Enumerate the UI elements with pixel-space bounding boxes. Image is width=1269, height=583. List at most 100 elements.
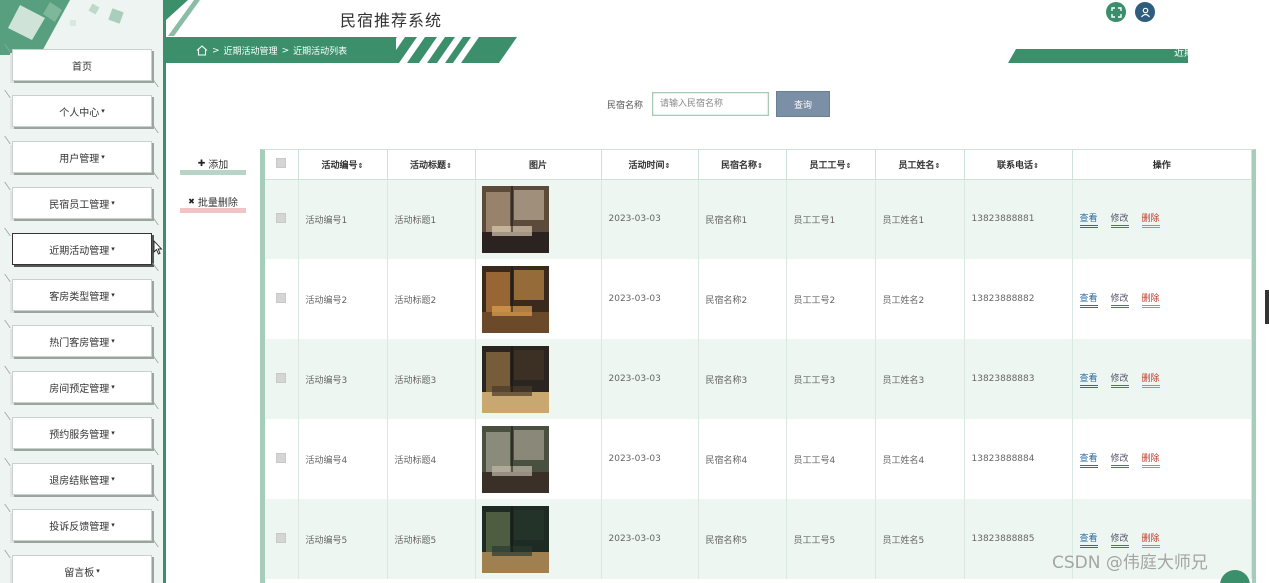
column-activity-time[interactable]: 活动时间⇕ xyxy=(601,150,699,180)
homestay-name-cell: 民宿名称5 xyxy=(698,499,787,579)
phone-cell: 13823888881 xyxy=(964,179,1073,259)
column-activity-no[interactable]: 活动编号⇕ xyxy=(298,150,388,180)
caret-down-icon: ▾ xyxy=(111,337,115,345)
edit-button[interactable]: 修改 xyxy=(1110,531,1129,548)
search-label: 民宿名称 xyxy=(607,101,644,111)
column-activity-title[interactable]: 活动标题⇕ xyxy=(387,150,476,180)
row-checkbox-cell xyxy=(265,339,299,419)
row-checkbox[interactable] xyxy=(276,452,287,463)
search-button[interactable]: 查询 xyxy=(776,91,830,117)
header-label: 操作 xyxy=(1152,160,1171,171)
add-button[interactable]: ✚ 添加 xyxy=(180,157,246,175)
sidebar-item-label: 热门客房管理 xyxy=(49,337,110,349)
sidebar-item-room-type-management[interactable]: 客房类型管理 ▾ xyxy=(12,279,152,311)
sidebar-item-label: 客房类型管理 xyxy=(49,291,110,303)
row-checkbox[interactable] xyxy=(276,292,287,303)
sort-icon[interactable]: ⇕ xyxy=(935,162,941,170)
delete-button[interactable]: 删除 xyxy=(1141,211,1160,228)
view-button[interactable]: 查看 xyxy=(1079,291,1098,308)
row-checkbox[interactable] xyxy=(276,532,287,543)
column-staff-name[interactable]: 员工姓名⇕ xyxy=(875,150,965,180)
view-button[interactable]: 查看 xyxy=(1079,451,1098,468)
sidebar-item-booking-management[interactable]: 房间预定管理 ▾ xyxy=(12,371,152,403)
fullscreen-icon[interactable] xyxy=(1106,2,1126,22)
activity-image[interactable] xyxy=(481,345,549,413)
caret-down-icon: ▾ xyxy=(111,383,115,391)
sidebar-item-label: 留言板 xyxy=(64,567,95,579)
sidebar-item-home[interactable]: 首页 xyxy=(12,49,152,81)
sidebar-item-complaint-management[interactable]: 投诉反馈管理 ▾ xyxy=(12,509,152,541)
row-checkbox[interactable] xyxy=(276,212,287,223)
home-icon[interactable] xyxy=(196,45,208,56)
activity-title-cell: 活动标题2 xyxy=(387,259,476,339)
row-checkbox[interactable] xyxy=(276,372,287,383)
staff-name-cell: 员工姓名5 xyxy=(875,499,965,579)
breadcrumb-bar: > 近期活动管理 > 近期活动列表 近期活动管理 xyxy=(166,37,1269,63)
sort-icon[interactable]: ⇕ xyxy=(446,162,452,170)
caret-down-icon: ▾ xyxy=(101,107,105,115)
sidebar-item-service-management[interactable]: 预约服务管理 ▾ xyxy=(12,417,152,449)
sidebar-item-checkout-management[interactable]: 退房结账管理 ▾ xyxy=(12,463,152,495)
activity-image[interactable] xyxy=(481,505,549,573)
sidebar-item-user-management[interactable]: 用户管理 ▾ xyxy=(12,141,152,173)
batch-delete-button[interactable]: ✖ 批量删除 xyxy=(180,195,246,213)
activity-image[interactable] xyxy=(481,425,549,493)
sort-icon[interactable]: ⇕ xyxy=(358,162,364,170)
phone-cell: 13823888884 xyxy=(964,419,1073,499)
image-cell xyxy=(475,499,602,579)
caret-down-icon: ▾ xyxy=(111,475,115,483)
edit-button[interactable]: 修改 xyxy=(1110,451,1129,468)
activity-image[interactable] xyxy=(481,185,549,253)
sidebar-decoration xyxy=(0,0,124,55)
edit-button[interactable]: 修改 xyxy=(1110,371,1129,388)
view-button[interactable]: 查看 xyxy=(1079,371,1098,388)
select-all-checkbox-cell xyxy=(265,150,299,180)
sort-icon[interactable]: ⇕ xyxy=(757,162,763,170)
activity-no-cell: 活动编号5 xyxy=(298,499,388,579)
activity-title-cell: 活动标题4 xyxy=(387,419,476,499)
edit-button[interactable]: 修改 xyxy=(1110,291,1129,308)
sidebar-item-hot-room-management[interactable]: 热门客房管理 ▾ xyxy=(12,325,152,357)
column-image: 图片 xyxy=(475,150,602,180)
activity-title-cell: 活动标题1 xyxy=(387,179,476,259)
table-row: 活动编号3 活动标题3 2023-03-03 民宿名称3 员工工号3 员工姓名3 13823… xyxy=(265,339,1252,419)
sort-icon[interactable]: ⇕ xyxy=(1033,162,1039,170)
delete-button[interactable]: 删除 xyxy=(1141,371,1160,388)
delete-button[interactable]: 删除 xyxy=(1141,451,1160,468)
search-input[interactable] xyxy=(652,92,769,116)
select-all-checkbox[interactable] xyxy=(276,157,287,168)
activity-time-cell: 2023-03-03 xyxy=(601,179,699,259)
caret-down-icon: ▾ xyxy=(111,199,115,207)
breadcrumb-activity-management[interactable]: 近期活动管理 xyxy=(224,44,278,57)
delete-button[interactable]: 删除 xyxy=(1141,531,1160,548)
activity-image[interactable] xyxy=(481,265,549,333)
caret-down-icon: ▾ xyxy=(101,153,105,161)
sidebar-item-staff-management[interactable]: 民宿员工管理 ▾ xyxy=(12,187,152,219)
staff-no-cell: 员工工号2 xyxy=(786,259,876,339)
image-cell xyxy=(475,339,602,419)
user-icon[interactable] xyxy=(1135,2,1155,22)
caret-down-icon: ▾ xyxy=(111,245,115,253)
column-homestay-name[interactable]: 民宿名称⇕ xyxy=(698,150,787,180)
view-button[interactable]: 查看 xyxy=(1079,531,1098,548)
page-scrollbar[interactable] xyxy=(1265,290,1269,324)
sidebar-item-message-board[interactable]: 留言板 ▾ xyxy=(12,555,152,583)
edit-button[interactable]: 修改 xyxy=(1110,211,1129,228)
sidebar: 首页 个人中心 ▾ 用户管理 ▾ 民宿员工管理 ▾ 近期活动管理 ▾ 客房类型管理 ▾ 热… xyxy=(0,0,166,583)
breadcrumb-separator: > xyxy=(281,45,290,56)
view-button[interactable]: 查看 xyxy=(1079,211,1098,228)
sidebar-item-personal-center[interactable]: 个人中心 ▾ xyxy=(12,95,152,127)
top-header: 民宿推荐系统 xyxy=(166,0,1269,36)
delete-button[interactable]: 删除 xyxy=(1141,291,1160,308)
caret-down-icon: ▾ xyxy=(96,567,100,575)
operations-cell: 查看 修改 删除 xyxy=(1072,179,1252,259)
sidebar-item-activity-management[interactable]: 近期活动管理 ▾ xyxy=(12,233,152,265)
image-cell xyxy=(475,179,602,259)
column-staff-no[interactable]: 员工工号⇕ xyxy=(786,150,876,180)
column-phone[interactable]: 联系电话⇕ xyxy=(964,150,1073,180)
sort-icon[interactable]: ⇕ xyxy=(665,162,671,170)
sort-icon[interactable]: ⇕ xyxy=(846,162,852,170)
watermark: CSDN @伟庭大师兄 xyxy=(1052,553,1208,573)
header-label: 活动时间 xyxy=(628,160,665,171)
table-row: 活动编号2 活动标题2 2023-03-03 民宿名称2 员工工号2 员工姓名2 13823… xyxy=(265,259,1252,339)
